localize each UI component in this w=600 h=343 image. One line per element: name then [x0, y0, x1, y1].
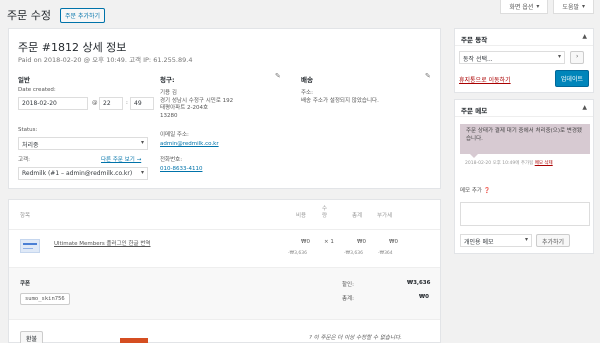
table-row: Ultimate Members 플러그인 한글 번역 ₩0 -₩3,636 ×…: [9, 230, 440, 268]
help-label: 도움말: [562, 4, 579, 11]
date-input[interactable]: 2018-02-20: [18, 97, 88, 110]
edit-shipping-icon[interactable]: ✎: [425, 72, 431, 80]
order-paid-line: Paid on 2018-02-20 @ 오후 10:49. 고객 IP: 61…: [18, 56, 193, 64]
add-note-button[interactable]: 추가하기: [536, 234, 571, 247]
add-note-label: 메모 추가 ❓: [460, 188, 491, 196]
customer-label: 고객:: [18, 157, 30, 163]
billing-line: 태평아파트 2-204호: [160, 105, 209, 111]
item-total: ₩0: [357, 239, 366, 245]
note-textarea[interactable]: [460, 202, 590, 226]
order-heading: 주문 #1812 상세 정보: [18, 41, 127, 54]
chevron-down-icon: ▾: [581, 3, 585, 10]
hour-input[interactable]: 22: [99, 97, 123, 110]
action-select-value: 동작 선택...: [463, 56, 493, 63]
product-thumbnail: [20, 239, 40, 253]
item-cost-discount: -₩3,636: [288, 251, 307, 256]
order-notes-panel: 주문 메모 ▲ 주문 상태가 결제 대기 중에서 처리중(으)로 변경됐습니다. …: [454, 99, 594, 254]
shipping-title: 배송: [301, 76, 313, 84]
minute-input[interactable]: 49: [130, 97, 154, 110]
bottom-accent-bar: [120, 338, 148, 343]
trash-link[interactable]: 휴지통으로 이동하기: [459, 75, 511, 84]
billing-line: 기용 김: [160, 90, 177, 96]
refund-button[interactable]: 환불: [20, 331, 44, 343]
screen-options-label: 화면 옵션: [509, 4, 534, 11]
coupon-code[interactable]: sumo_skin756: [20, 293, 70, 305]
time-colon: :: [126, 100, 128, 106]
order-actions-panel: 주문 동작 ▲ 동작 선택... › 휴지통으로 이동하기 업데이트: [454, 28, 594, 93]
email-link[interactable]: admin@redmilk.co.kr: [160, 141, 219, 149]
at-sign: @: [92, 100, 98, 106]
update-button[interactable]: 업데이트: [554, 70, 589, 87]
col-total: 총계: [352, 213, 363, 219]
billing-address: 기용 김 경기 성남시 수정구 시민로 192 태평아파트 2-204호 132…: [160, 90, 233, 120]
billing-line: 경기 성남시 수정구 시민로 192: [160, 97, 234, 104]
general-title: 일반: [18, 76, 30, 84]
coupon-label: 쿠폰: [20, 281, 31, 287]
edit-billing-icon[interactable]: ✎: [275, 72, 281, 80]
item-tax-discount: -₩364: [378, 251, 393, 256]
items-header: 항목 비용 수량 총계 부가세: [9, 200, 440, 230]
status-value: 처리중: [22, 142, 39, 149]
col-cost: 비용: [296, 213, 307, 219]
caret-up-icon: ▲: [582, 33, 587, 40]
totals-area: 쿠폰 sumo_skin756 할인: ₩3,636 총계: ₩0: [9, 268, 440, 320]
status-select[interactable]: 처리중: [18, 137, 148, 150]
product-link[interactable]: Ultimate Members 플러그인 한글 번역: [54, 239, 150, 247]
shipping-address-label: 주소:: [301, 90, 313, 96]
item-total-discount: -₩3,636: [344, 251, 363, 256]
phone-label: 전화번호:: [160, 157, 183, 163]
locked-notice-text: 이 주문은 더 이상 수정할 수 없습니다.: [313, 335, 402, 341]
billing-title: 청구:: [160, 76, 175, 84]
screen-options-button[interactable]: 화면 옵션 ▾: [500, 0, 549, 14]
item-qty: × 1: [324, 239, 334, 245]
action-go-button[interactable]: ›: [570, 51, 585, 64]
col-tax: 부가세: [377, 213, 393, 219]
top-right-buttons: 화면 옵션 ▾ 도움말 ▾: [500, 0, 594, 14]
status-label: Status:: [18, 127, 38, 133]
shipping-address-value: 배송 주소가 설정되지 않았습니다.: [301, 98, 379, 104]
col-item: 항목: [20, 213, 31, 219]
customer-value: Redmilk (#1 – admin@redmilk.co.kr): [22, 170, 133, 177]
note-type-select[interactable]: 개인용 메모: [460, 234, 532, 247]
caret-up-icon: ▲: [582, 104, 587, 111]
item-cost: ₩0: [301, 239, 310, 245]
date-created-label: Date created:: [18, 87, 56, 93]
total-value: ₩0: [419, 294, 429, 300]
item-tax: ₩0: [389, 239, 398, 245]
note-meta-text: 2018-02-20 오후 10:49에 추가됨: [465, 161, 534, 166]
help-button[interactable]: 도움말 ▾: [553, 0, 594, 14]
action-select[interactable]: 동작 선택...: [459, 51, 565, 64]
note-type-value: 개인용 메모: [464, 239, 494, 246]
add-order-button[interactable]: 주문 추가하기: [60, 8, 106, 23]
page-title: 주문 수정: [7, 9, 51, 22]
note-meta: 2018-02-20 오후 10:49에 추가됨 메모 삭제: [465, 160, 553, 166]
total-label: 총계:: [342, 296, 354, 302]
customer-select[interactable]: Redmilk (#1 – admin@redmilk.co.kr): [18, 167, 148, 180]
order-details-panel: 주문 #1812 상세 정보 Paid on 2018-02-20 @ 오후 1…: [8, 28, 441, 189]
chevron-down-icon: ▾: [536, 3, 540, 10]
order-items-panel: 항목 비용 수량 총계 부가세 Ultimate Members 플러그인 한글…: [8, 199, 441, 343]
col-qty: 수량: [322, 206, 328, 219]
order-note: 주문 상태가 결제 대기 중에서 처리중(으)로 변경됐습니다.: [460, 124, 590, 158]
add-note-label-text: 메모 추가: [460, 188, 482, 194]
other-orders-link[interactable]: 다른 주문 보기 →: [101, 155, 141, 163]
order-notes-title: 주문 메모: [461, 107, 488, 115]
discount-label: 할인:: [342, 282, 354, 288]
email-label: 이메일 주소:: [160, 132, 189, 138]
order-notes-header[interactable]: 주문 메모 ▲: [455, 100, 593, 117]
delete-note-link[interactable]: 메모 삭제: [535, 161, 553, 166]
order-actions-title: 주문 동작: [461, 36, 488, 44]
locked-notice: ? 이 주문은 더 이상 수정할 수 없습니다.: [309, 333, 402, 341]
help-icon: ❓: [483, 188, 491, 194]
billing-line: 13280: [160, 112, 178, 119]
order-actions-header[interactable]: 주문 동작 ▲: [455, 29, 593, 46]
phone-link[interactable]: 010-8633-4110: [160, 166, 202, 174]
discount-value: ₩3,636: [407, 280, 431, 286]
